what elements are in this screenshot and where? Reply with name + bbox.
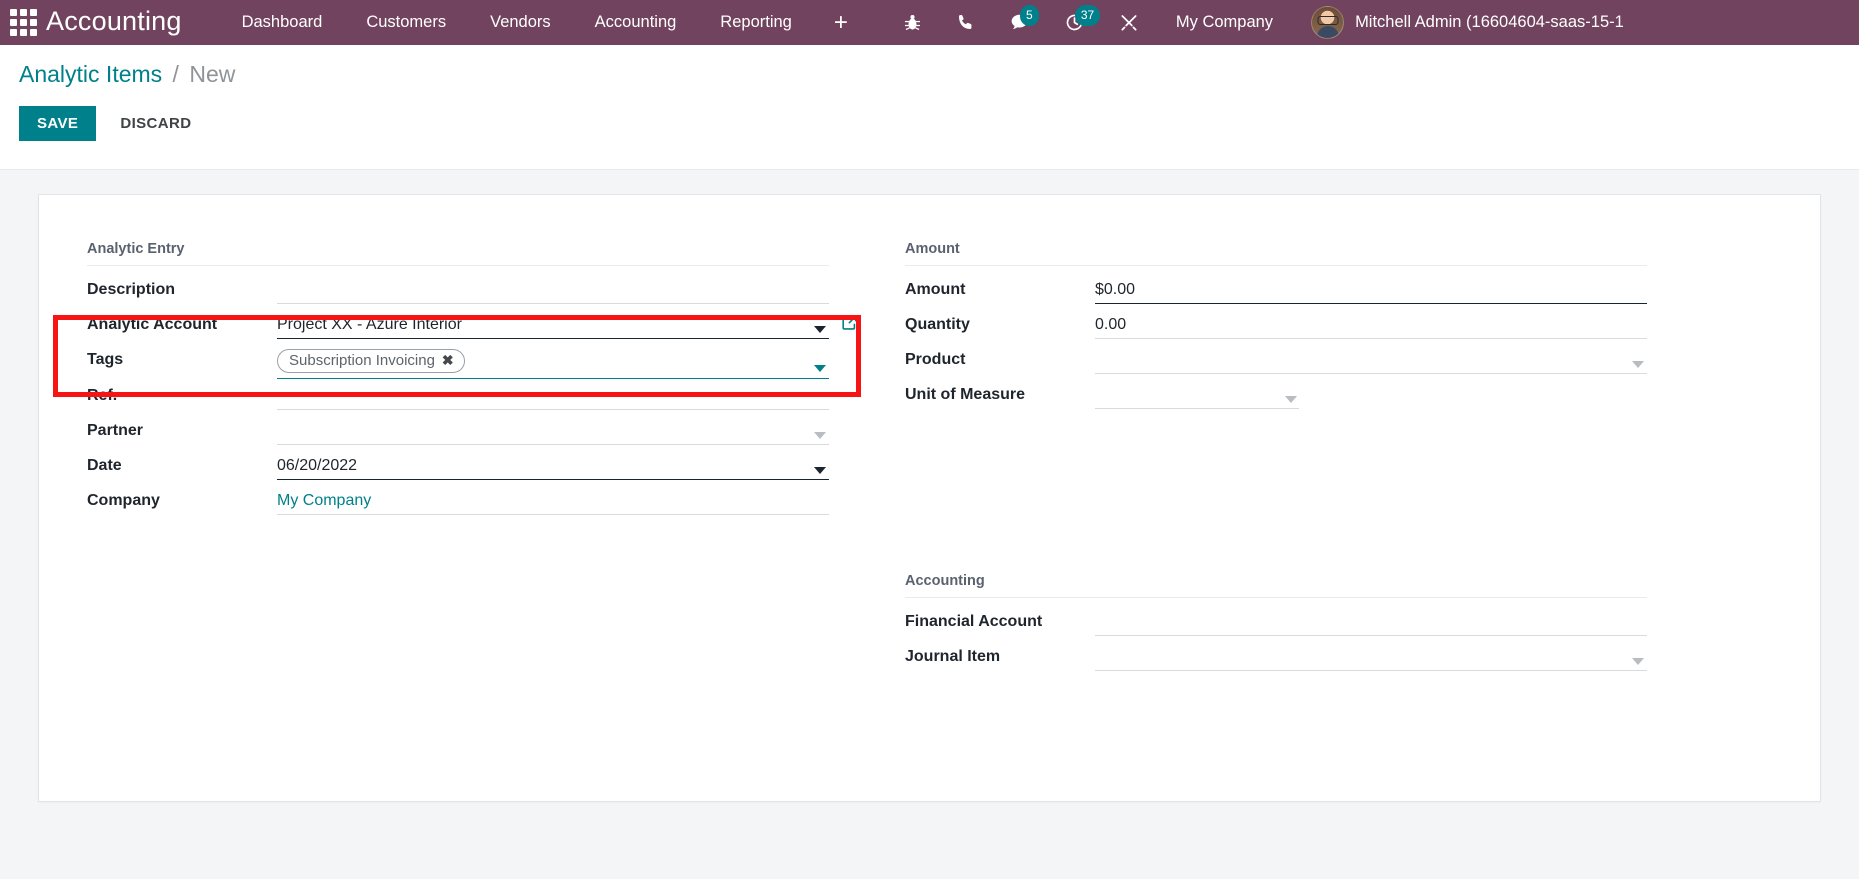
breadcrumb-separator: /: [172, 61, 179, 87]
breadcrumb-item-new: New: [189, 61, 236, 87]
journal-item-chevron-down-icon[interactable]: [1632, 658, 1644, 665]
field-row-quantity: Quantity: [905, 308, 1647, 343]
tag-chip-label: Subscription Invoicing: [289, 352, 435, 369]
unit-of-measure-input[interactable]: [1095, 384, 1299, 409]
tags-chevron-down-icon[interactable]: [814, 365, 826, 372]
quantity-input[interactable]: [1095, 314, 1647, 339]
label-analytic-account: Analytic Account: [87, 316, 218, 333]
breadcrumb: Analytic Items / New: [19, 61, 1859, 88]
form-column-left: Analytic Entry Description Analytic Acco…: [87, 241, 857, 675]
ref-input[interactable]: [277, 385, 829, 410]
bug-icon[interactable]: [886, 0, 939, 45]
nav-item-customers[interactable]: Customers: [344, 0, 468, 45]
discard-button[interactable]: DISCARD: [102, 106, 209, 141]
form-column-right: Amount Amount Quantity Pr: [905, 241, 1647, 675]
group-title-amount: Amount: [905, 241, 1647, 266]
username-label: Mitchell Admin (16604604-saas-15-1: [1355, 13, 1624, 31]
nav-item-vendors[interactable]: Vendors: [468, 0, 573, 45]
form-background: Analytic Entry Description Analytic Acco…: [0, 170, 1859, 879]
label-partner: Partner: [87, 422, 144, 439]
nav-item-reporting[interactable]: Reporting: [698, 0, 814, 45]
label-quantity: Quantity: [905, 316, 970, 333]
group-title-accounting: Accounting: [905, 573, 1647, 598]
partner-chevron-down-icon[interactable]: [814, 432, 826, 439]
chevron-down-icon[interactable]: [814, 326, 826, 333]
avatar: [1311, 6, 1345, 39]
tags-input[interactable]: Subscription Invoicing ✖: [277, 349, 829, 379]
field-row-ref: Ref.: [87, 379, 829, 414]
top-navbar: Accounting Dashboard Customers Vendors A…: [0, 0, 1859, 45]
control-panel: Analytic Items / New SAVE DISCARD: [0, 45, 1859, 170]
field-row-journal-item: Journal Item: [905, 640, 1647, 675]
tag-remove-icon[interactable]: ✖: [442, 352, 454, 369]
nav-item-dashboard[interactable]: Dashboard: [220, 0, 345, 45]
apps-grid-icon[interactable]: [0, 0, 46, 45]
messages-icon[interactable]: 5: [992, 0, 1047, 45]
label-tags: Tags: [87, 351, 124, 368]
action-buttons: SAVE DISCARD: [19, 106, 1859, 141]
field-row-description: Description: [87, 273, 829, 308]
activity-badge: 37: [1074, 5, 1101, 26]
nav-item-accounting[interactable]: Accounting: [573, 0, 699, 45]
form-sheet: Analytic Entry Description Analytic Acco…: [38, 194, 1821, 802]
field-row-tags: Tags Subscription Invoicing ✖: [87, 343, 829, 379]
uom-chevron-down-icon[interactable]: [1285, 396, 1297, 403]
save-button[interactable]: SAVE: [19, 106, 97, 141]
date-input[interactable]: [277, 455, 829, 480]
activity-clock-icon[interactable]: 37: [1047, 0, 1102, 45]
field-row-company: Company: [87, 484, 829, 519]
label-ref: Ref.: [87, 387, 118, 404]
label-unit-of-measure: Unit of Measure: [905, 386, 1026, 403]
label-description: Description: [87, 281, 176, 298]
description-input[interactable]: [277, 279, 829, 304]
amount-input[interactable]: [1095, 279, 1647, 304]
messages-badge: 5: [1019, 5, 1039, 26]
product-chevron-down-icon[interactable]: [1632, 361, 1644, 368]
partner-input[interactable]: [277, 420, 829, 445]
user-menu[interactable]: Mitchell Admin (16604604-saas-15-1: [1297, 6, 1624, 39]
field-row-financial-account: Financial Account: [905, 605, 1647, 640]
group-title-analytic-entry: Analytic Entry: [87, 241, 829, 266]
label-date: Date: [87, 457, 122, 474]
field-row-analytic-account: Analytic Account: [87, 308, 857, 343]
breadcrumb-item-analytic-items[interactable]: Analytic Items: [19, 61, 162, 87]
label-company: Company: [87, 492, 160, 509]
navbar-icon-group: 5 37: [886, 0, 1156, 45]
field-row-partner: Partner: [87, 414, 829, 449]
financial-account-input[interactable]: [1095, 611, 1647, 636]
field-row-product: Product: [905, 343, 1647, 378]
company-switcher[interactable]: My Company: [1156, 13, 1293, 32]
label-journal-item: Journal Item: [905, 648, 1001, 665]
company-input[interactable]: [277, 490, 829, 515]
field-row-amount: Amount: [905, 273, 1647, 308]
date-chevron-down-icon[interactable]: [814, 467, 826, 474]
tools-icon[interactable]: [1102, 0, 1156, 45]
journal-item-input[interactable]: [1095, 646, 1647, 671]
app-brand-title[interactable]: Accounting: [46, 6, 182, 40]
field-row-unit-of-measure: Unit of Measure: [905, 378, 1647, 413]
add-new-button[interactable]: +: [814, 0, 868, 45]
label-amount: Amount: [905, 281, 966, 298]
external-link-icon[interactable]: [840, 313, 859, 337]
tag-chip[interactable]: Subscription Invoicing ✖: [277, 349, 465, 373]
label-product: Product: [905, 351, 966, 368]
product-input[interactable]: [1095, 349, 1647, 374]
analytic-account-input[interactable]: [277, 314, 829, 339]
label-financial-account: Financial Account: [905, 613, 1043, 630]
field-row-date: Date: [87, 449, 829, 484]
phone-icon[interactable]: [939, 0, 992, 45]
